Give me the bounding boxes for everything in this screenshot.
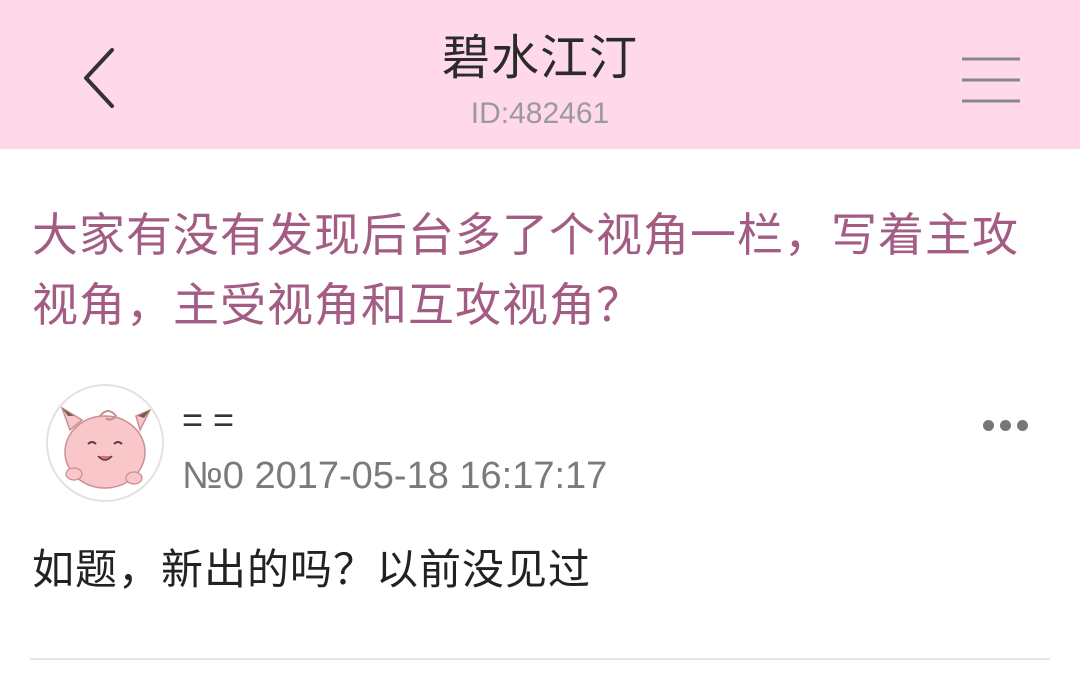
menu-button[interactable] xyxy=(946,40,1036,120)
hamburger-menu-icon xyxy=(962,57,1020,103)
post-title: 大家有没有发现后台多了个视角一栏，写着主攻视角，主受视角和互攻视角？ xyxy=(32,208,1019,332)
divider xyxy=(30,658,1050,660)
post-body: 如题，新出的吗？以前没见过 xyxy=(32,545,592,594)
page-title: 碧水江汀 xyxy=(441,30,638,86)
more-dot xyxy=(982,419,994,431)
more-options-button[interactable] xyxy=(972,400,1038,450)
avatar[interactable] xyxy=(46,384,164,502)
more-dot xyxy=(999,419,1011,431)
page: 碧水江汀 ID:482461 大家有没有发现后台多了个视角一栏，写着主攻视角，主… xyxy=(0,0,1080,677)
user-id-label: ID:482461 xyxy=(470,97,610,130)
pink-creature-avatar-icon xyxy=(60,406,152,489)
post-timestamp: №0 2017-05-18 16:17:17 xyxy=(182,455,608,497)
top-bar: 碧水江汀 ID:482461 xyxy=(0,0,1080,149)
author-name[interactable]: = = xyxy=(182,398,234,442)
more-dot xyxy=(1016,419,1028,431)
